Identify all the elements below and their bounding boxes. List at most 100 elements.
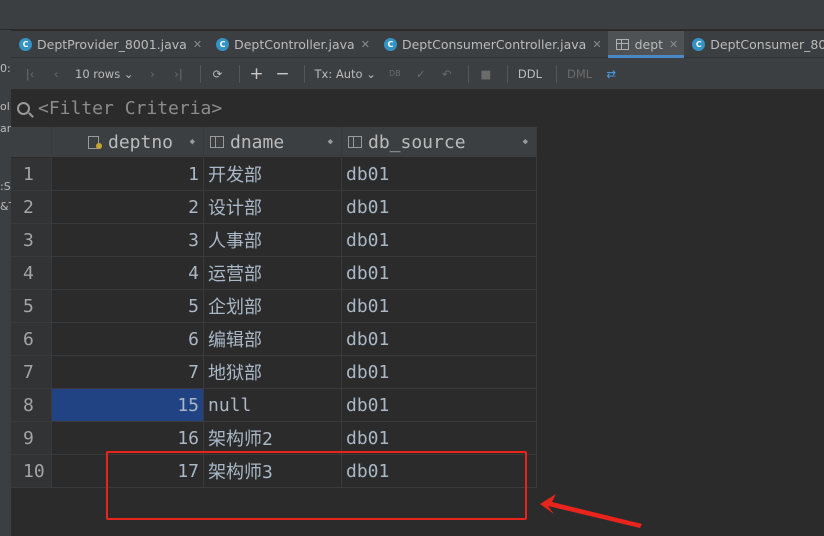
row-number[interactable]: 7: [11, 356, 52, 389]
cell-dname[interactable]: 设计部: [204, 191, 342, 224]
column-header-label: deptno: [108, 131, 174, 153]
row-number[interactable]: 1: [11, 158, 52, 191]
gutter-text: ol: [0, 100, 10, 113]
cell-db-source[interactable]: db01: [342, 323, 537, 356]
commit-icon[interactable]: ✓: [410, 63, 432, 85]
previous-page-icon[interactable]: ‹: [45, 63, 67, 85]
tab-deptprovider[interactable]: C DeptProvider_8001.java ✕: [11, 31, 208, 58]
row-number[interactable]: 8: [11, 389, 52, 422]
cell-db-source[interactable]: db01: [342, 257, 537, 290]
sort-icon[interactable]: ◆: [523, 137, 528, 147]
compare-icon[interactable]: ⇄: [600, 63, 622, 85]
row-number[interactable]: 9: [11, 422, 52, 455]
close-icon[interactable]: ✕: [193, 38, 202, 51]
table-row[interactable]: 7 7 地狱部 db01: [11, 356, 537, 389]
delete-row-icon[interactable]: −: [272, 63, 294, 85]
column-icon: [348, 136, 362, 148]
gutter-text: :S: [0, 180, 11, 193]
toolbar-divider: [303, 64, 305, 83]
close-icon[interactable]: ✕: [592, 38, 601, 51]
cell-dname[interactable]: 人事部: [204, 224, 342, 257]
tab-dept[interactable]: dept ✕: [607, 30, 685, 58]
cell-db-source[interactable]: db01: [342, 158, 537, 191]
result-grid: deptno ◆ dname ◆ db_source ◆ 1 1 开发部 db0…: [11, 127, 537, 488]
db-icon[interactable]: DB: [384, 63, 406, 85]
cell-dname[interactable]: 运营部: [204, 257, 342, 290]
red-highlight-box: [106, 451, 527, 520]
cell-db-source[interactable]: db01: [342, 191, 537, 224]
java-class-icon: C: [383, 37, 397, 51]
table-row[interactable]: 3 3 人事部 db01: [11, 224, 537, 257]
ddl-button[interactable]: DDL: [514, 63, 546, 85]
last-page-icon[interactable]: ›|: [168, 63, 190, 85]
table-row[interactable]: 6 6 编辑部 db01: [11, 323, 537, 356]
row-number[interactable]: 4: [11, 257, 52, 290]
tab-deptcontroller[interactable]: C DeptController.java ✕: [208, 31, 376, 58]
first-page-icon[interactable]: |‹: [19, 63, 41, 85]
next-page-icon[interactable]: ›: [142, 63, 164, 85]
chevron-down-icon: ⌄: [366, 66, 376, 81]
tab-deptconsumer80[interactable]: C DeptConsumer_80.java: [684, 31, 824, 58]
cell-db-source[interactable]: db01: [342, 290, 537, 323]
add-row-icon[interactable]: +: [246, 63, 268, 85]
table-row[interactable]: 2 2 设计部 db01: [11, 191, 537, 224]
cell-dname[interactable]: 企划部: [204, 290, 342, 323]
row-number[interactable]: 2: [11, 191, 52, 224]
table-row[interactable]: 4 4 运营部 db01: [11, 257, 537, 290]
cell-deptno[interactable]: 3: [52, 224, 204, 257]
cell-dname[interactable]: 地狱部: [204, 356, 342, 389]
window-title-strip: [0, 0, 824, 30]
tab-label: DeptController.java: [234, 36, 355, 52]
cell-deptno[interactable]: 4: [52, 257, 204, 290]
table-row[interactable]: 1 1 开发部 db01: [11, 158, 537, 191]
data-editor-toolbar: |‹ ‹ 10 rows ⌄ › ›| ⟳ + − Tx: Auto ⌄ DB …: [11, 58, 824, 89]
gutter-text: 0:: [0, 62, 11, 75]
close-icon[interactable]: ✕: [361, 38, 370, 51]
cell-deptno[interactable]: 2: [52, 191, 204, 224]
sort-icon[interactable]: ◆: [328, 137, 333, 147]
column-header-deptno[interactable]: deptno ◆: [52, 127, 204, 158]
row-number[interactable]: 10: [11, 455, 52, 488]
row-number-header: [11, 127, 52, 158]
stop-icon[interactable]: ■: [475, 63, 497, 85]
cell-db-source[interactable]: db01: [342, 224, 537, 257]
column-header-label: dname: [230, 131, 285, 153]
close-icon[interactable]: ✕: [669, 38, 678, 51]
refresh-icon[interactable]: ⟳: [207, 63, 229, 85]
red-arrow-icon: [540, 494, 642, 528]
rollback-icon[interactable]: ↶: [436, 63, 458, 85]
table-row[interactable]: 8 15 null db01: [11, 389, 537, 422]
cell-db-source[interactable]: db01: [342, 389, 537, 422]
column-header-db-source[interactable]: db_source ◆: [342, 127, 537, 158]
rows-selector[interactable]: 10 rows ⌄: [71, 63, 138, 85]
table-row[interactable]: 5 5 企划部 db01: [11, 290, 537, 323]
java-class-icon: C: [216, 37, 230, 51]
sort-icon[interactable]: ◆: [190, 137, 195, 147]
tab-label: DeptConsumer_80.java: [710, 36, 824, 52]
cell-deptno-selected[interactable]: 15: [52, 389, 204, 422]
left-panel-edge: 0: ol an :S &T: [0, 30, 11, 536]
cell-dname[interactable]: null: [204, 389, 342, 422]
tab-label: DeptProvider_8001.java: [37, 36, 187, 52]
cell-db-source[interactable]: db01: [342, 356, 537, 389]
editor-tabs: C DeptProvider_8001.java ✕ C DeptControl…: [11, 30, 824, 58]
toolbar-divider: [467, 64, 469, 83]
filter-criteria-input[interactable]: <Filter Criteria>: [11, 93, 824, 123]
row-number[interactable]: 3: [11, 224, 52, 257]
cell-dname[interactable]: 开发部: [204, 158, 342, 191]
dml-button[interactable]: DML: [563, 63, 596, 85]
cell-deptno[interactable]: 7: [52, 356, 204, 389]
cell-dname[interactable]: 编辑部: [204, 323, 342, 356]
gutter-text: an: [0, 122, 11, 135]
row-number[interactable]: 6: [11, 323, 52, 356]
tx-mode-selector[interactable]: Tx: Auto ⌄: [311, 63, 380, 85]
tab-label: DeptConsumerController.java: [401, 36, 587, 52]
cell-deptno[interactable]: 5: [52, 290, 204, 323]
cell-deptno[interactable]: 1: [52, 158, 204, 191]
gutter-text: &T: [0, 200, 11, 213]
tab-deptconsumercontroller[interactable]: C DeptConsumerController.java ✕: [376, 31, 608, 58]
cell-deptno[interactable]: 6: [52, 323, 204, 356]
row-number[interactable]: 5: [11, 290, 52, 323]
rows-label: 10 rows: [75, 66, 121, 81]
column-header-dname[interactable]: dname ◆: [204, 127, 342, 158]
